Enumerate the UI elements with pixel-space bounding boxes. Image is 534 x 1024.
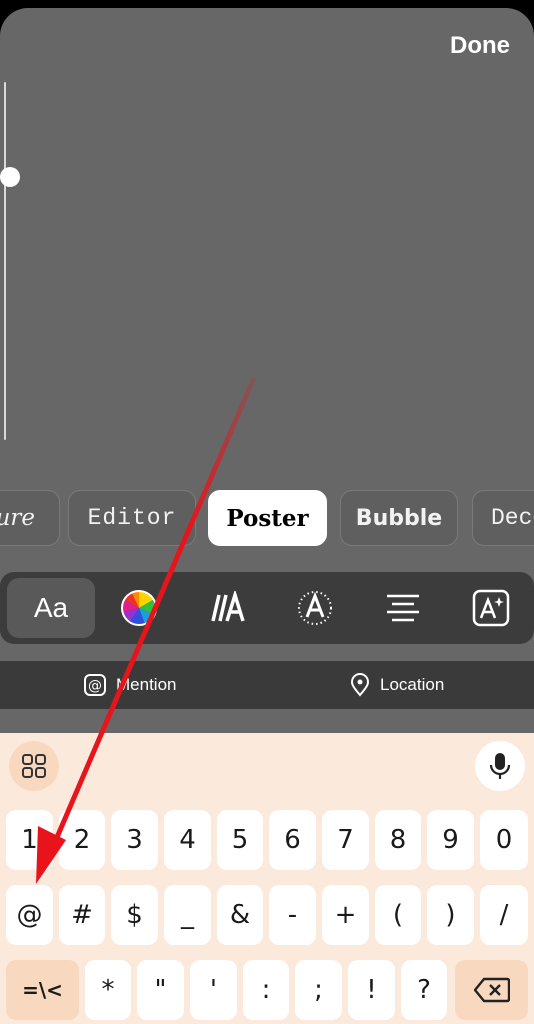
key-question[interactable]: ? bbox=[401, 960, 447, 1020]
key-plus[interactable]: + bbox=[322, 885, 369, 945]
font-style-chip-deco[interactable]: Deco bbox=[472, 490, 534, 546]
text-animation-icon[interactable] bbox=[183, 578, 271, 638]
color-wheel-icon[interactable] bbox=[95, 578, 183, 638]
key-9[interactable]: 9 bbox=[427, 810, 474, 870]
text-size-slider[interactable] bbox=[0, 82, 20, 440]
location-label: Location bbox=[380, 675, 445, 694]
key-0[interactable]: 0 bbox=[480, 810, 528, 870]
backspace-icon[interactable] bbox=[455, 960, 528, 1020]
text-effect-icon[interactable] bbox=[271, 578, 359, 638]
key-double-quote[interactable]: " bbox=[137, 960, 184, 1020]
key-1[interactable]: 1 bbox=[6, 810, 53, 870]
key-at[interactable]: @ bbox=[6, 885, 53, 945]
key-slash[interactable]: / bbox=[480, 885, 528, 945]
sticker-suggestion-bar: @ Mention Location bbox=[0, 661, 534, 709]
mention-label: Mention bbox=[116, 675, 177, 694]
keyboard: 1 2 3 4 5 6 7 8 9 0 @ # $ _ & - + ( ) / … bbox=[0, 733, 534, 1024]
font-style-chip-bubble[interactable]: Bubble bbox=[340, 490, 458, 546]
font-style-chip-poster[interactable]: Poster bbox=[208, 490, 327, 546]
key-colon[interactable]: : bbox=[243, 960, 289, 1020]
key-2[interactable]: 2 bbox=[59, 810, 105, 870]
font-icon[interactable]: Aa bbox=[7, 578, 95, 638]
key-5[interactable]: 5 bbox=[217, 810, 263, 870]
key-close-paren[interactable]: ) bbox=[427, 885, 474, 945]
text-size-slider-thumb[interactable] bbox=[0, 166, 20, 187]
more-symbols-key[interactable]: =\< bbox=[6, 960, 79, 1020]
mention-button[interactable]: @ Mention bbox=[84, 661, 176, 709]
location-button[interactable]: Location bbox=[350, 661, 444, 709]
font-tool-label: Aa bbox=[33, 592, 69, 623]
done-button[interactable]: Done bbox=[450, 32, 510, 60]
key-minus[interactable]: - bbox=[269, 885, 316, 945]
key-7[interactable]: 7 bbox=[322, 810, 369, 870]
location-pin-icon bbox=[350, 673, 370, 697]
key-8[interactable]: 8 bbox=[375, 810, 421, 870]
story-text-editor: Done ure Editor Poster Bubble Deco Aa bbox=[0, 0, 534, 1024]
key-3[interactable]: 3 bbox=[111, 810, 158, 870]
key-dollar[interactable]: $ bbox=[111, 885, 158, 945]
key-single-quote[interactable]: ' bbox=[190, 960, 237, 1020]
key-asterisk[interactable]: * bbox=[85, 960, 131, 1020]
key-semicolon[interactable]: ; bbox=[295, 960, 342, 1020]
key-ampersand[interactable]: & bbox=[217, 885, 263, 945]
microphone-icon[interactable] bbox=[475, 741, 525, 791]
key-6[interactable]: 6 bbox=[269, 810, 316, 870]
key-underscore[interactable]: _ bbox=[164, 885, 211, 945]
text-tools-toolbar: Aa bbox=[0, 572, 534, 644]
key-open-paren[interactable]: ( bbox=[375, 885, 421, 945]
align-center-icon[interactable] bbox=[359, 578, 447, 638]
font-style-chip-signature[interactable]: ure bbox=[0, 490, 60, 546]
at-sign-icon: @ bbox=[84, 674, 106, 696]
key-exclamation[interactable]: ! bbox=[348, 960, 395, 1020]
font-style-picker: ure Editor Poster Bubble Deco bbox=[0, 490, 534, 546]
key-hash[interactable]: # bbox=[59, 885, 105, 945]
key-4[interactable]: 4 bbox=[164, 810, 211, 870]
sticker-text-icon[interactable] bbox=[447, 578, 534, 638]
font-style-chip-editor[interactable]: Editor bbox=[68, 490, 196, 546]
svg-text:@: @ bbox=[88, 678, 102, 694]
apps-grid-icon[interactable] bbox=[9, 741, 59, 791]
